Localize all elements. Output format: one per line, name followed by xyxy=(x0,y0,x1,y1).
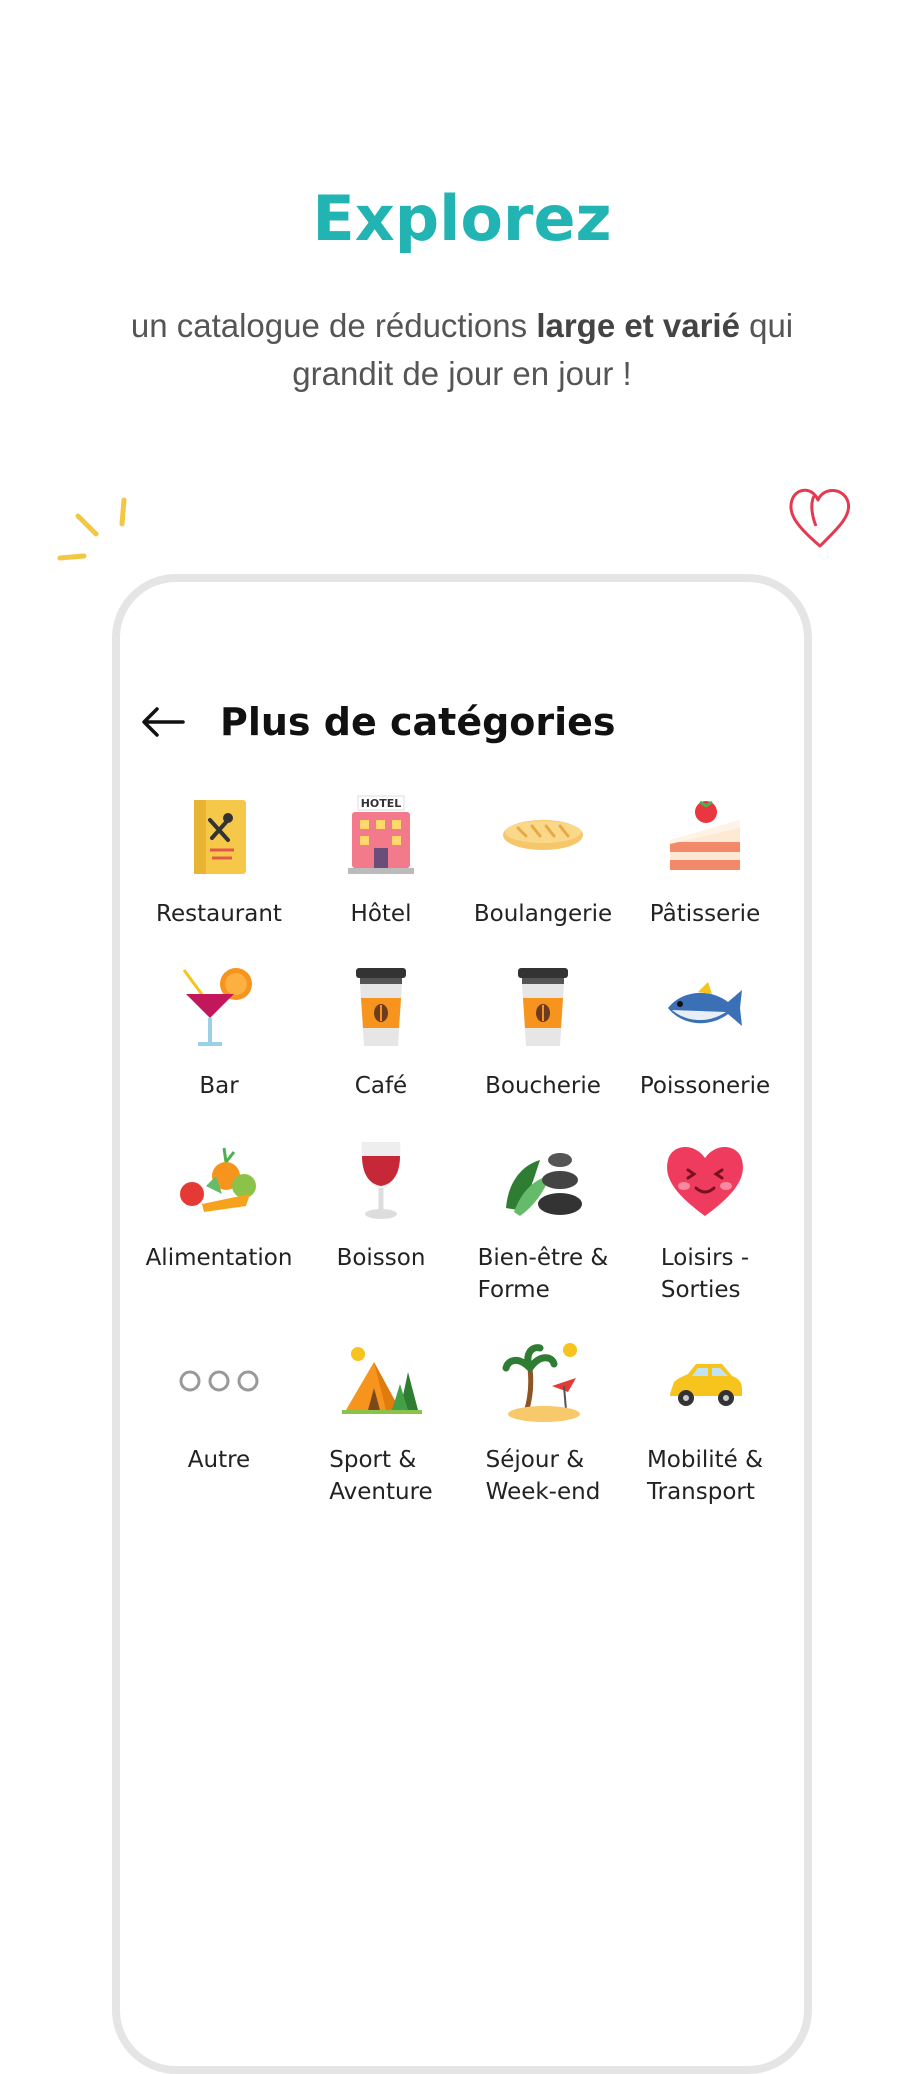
category-label: Loisirs - Sorties xyxy=(660,1245,750,1303)
heart-decoration-icon xyxy=(789,488,851,548)
wine-glass-icon xyxy=(361,1142,401,1219)
category-label: Autre xyxy=(187,1447,251,1473)
category-label: Alimentation xyxy=(145,1245,293,1271)
hero-title: Explorez xyxy=(312,182,612,255)
fish-icon xyxy=(668,982,742,1026)
category-loisirs[interactable]: Loisirs - Sorties xyxy=(624,1134,786,1336)
screen-header: Plus de catégories xyxy=(138,690,616,754)
sparkle-decoration-icon xyxy=(57,497,127,561)
car-icon xyxy=(670,1364,742,1406)
category-label: Mobilité & Transport xyxy=(646,1447,764,1505)
hero-subtitle: un catalogue de réductions large et vari… xyxy=(130,307,794,392)
category-label: Café xyxy=(354,1073,408,1099)
category-label: Séjour & Week-end xyxy=(485,1447,601,1505)
category-label: Pâtisserie xyxy=(649,901,761,927)
category-restaurant[interactable]: Restaurant xyxy=(138,790,300,962)
arrow-left-icon xyxy=(142,707,185,737)
category-label: Poissonerie xyxy=(639,1073,771,1099)
hero-subtitle-emphasis: large et varié xyxy=(536,307,740,344)
category-autre[interactable]: Autre xyxy=(138,1336,300,1536)
category-boucherie[interactable]: Boucherie xyxy=(462,962,624,1134)
category-label: Sport & Aventure xyxy=(329,1447,433,1505)
cocktail-icon xyxy=(182,968,252,1046)
cake-icon xyxy=(670,800,740,870)
category-label: Boulangerie xyxy=(473,901,613,927)
back-button[interactable] xyxy=(138,697,188,747)
hotel-icon: HOTEL xyxy=(348,795,414,874)
category-alimentation[interactable]: Alimentation xyxy=(138,1134,300,1336)
spa-stones-icon xyxy=(506,1153,582,1216)
more-dots-icon xyxy=(179,1370,259,1392)
category-label: Bien-être & Forme xyxy=(477,1245,609,1303)
palm-beach-icon xyxy=(502,1343,580,1422)
svg-text:HOTEL: HOTEL xyxy=(361,797,402,810)
category-sport[interactable]: Sport & Aventure xyxy=(300,1336,462,1536)
vegetables-icon xyxy=(180,1147,256,1212)
category-boisson[interactable]: Boisson xyxy=(300,1134,462,1336)
category-label: Boucherie xyxy=(485,1073,601,1099)
category-label: Restaurant xyxy=(156,901,282,927)
category-label: Boisson xyxy=(336,1245,426,1271)
category-bar[interactable]: Bar xyxy=(138,962,300,1134)
category-boulangerie[interactable]: Boulangerie xyxy=(462,790,624,962)
category-patisserie[interactable]: Pâtisserie xyxy=(624,790,786,962)
tent-icon xyxy=(342,1347,422,1414)
baguette-icon xyxy=(503,820,583,850)
coffee-cup-icon xyxy=(518,968,568,1046)
category-hotel[interactable]: HOTEL Hôtel xyxy=(300,790,462,962)
restaurant-menu-icon xyxy=(194,800,246,874)
category-poissonerie[interactable]: Poissonerie xyxy=(624,962,786,1134)
category-sejour[interactable]: Séjour & Week-end xyxy=(462,1336,624,1536)
screen-title: Plus de catégories xyxy=(220,700,616,744)
category-bien-etre[interactable]: Bien-être & Forme xyxy=(462,1134,624,1336)
category-label: Bar xyxy=(199,1073,239,1099)
coffee-cup-icon xyxy=(356,968,406,1046)
category-grid: Restaurant HOTEL Hôtel Boulangerie Pâtis… xyxy=(138,790,786,1536)
heart-face-icon xyxy=(667,1146,743,1216)
category-label: Hôtel xyxy=(350,901,412,927)
category-mobilite[interactable]: Mobilité & Transport xyxy=(624,1336,786,1536)
category-cafe[interactable]: Café xyxy=(300,962,462,1134)
